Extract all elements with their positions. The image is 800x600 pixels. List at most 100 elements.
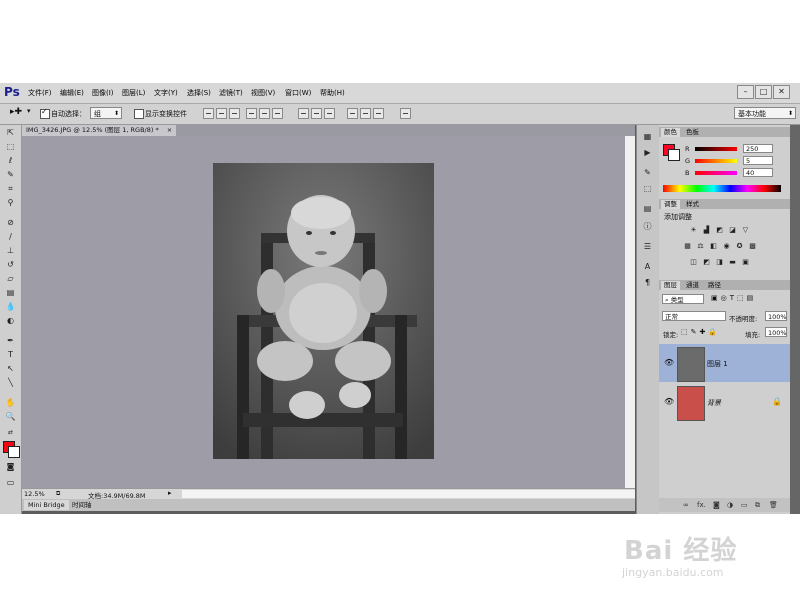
layer-row[interactable]: 👁 背景 🔒 <box>659 383 800 421</box>
menu-filter[interactable]: 滤镜(T) <box>219 88 243 98</box>
menu-select[interactable]: 选择(S) <box>187 88 211 98</box>
marquee-tool-icon[interactable]: ⬚ <box>3 141 18 153</box>
tab-channels[interactable]: 通道 <box>683 281 702 290</box>
background-color-swatch[interactable] <box>668 149 680 161</box>
menu-image[interactable]: 图像(I) <box>92 88 114 98</box>
align-vcenter-icon[interactable] <box>216 108 227 119</box>
menu-view[interactable]: 视图(V) <box>251 88 275 98</box>
show-transform-checkbox[interactable] <box>134 109 144 119</box>
fx-icon[interactable]: fx. <box>697 501 706 509</box>
distribute-left-icon[interactable] <box>347 108 358 119</box>
curves-icon[interactable]: ◩ <box>715 226 724 235</box>
layer-name[interactable]: 背景 <box>707 398 721 408</box>
fill-field[interactable]: 100% <box>765 327 787 337</box>
close-icon[interactable]: × <box>167 126 172 134</box>
gradient-map-icon[interactable]: ▬ <box>728 258 737 267</box>
new-layer-icon[interactable]: ⧉ <box>755 501 760 510</box>
menu-type[interactable]: 文字(Y) <box>154 88 178 98</box>
document-image[interactable] <box>213 163 434 459</box>
crop-tool-icon[interactable]: ⌗ <box>3 183 18 195</box>
channel-r-value[interactable]: 250 <box>743 144 773 153</box>
opacity-field[interactable]: 100% <box>765 311 787 321</box>
brush-presets-icon[interactable]: ⬚ <box>641 183 654 195</box>
tab-styles[interactable]: 样式 <box>683 200 702 209</box>
brightness-icon[interactable]: ☀ <box>689 226 698 235</box>
align-left-icon[interactable] <box>246 108 257 119</box>
hand-tool-icon[interactable]: ✋ <box>3 397 18 409</box>
exposure-icon[interactable]: ◪ <box>728 226 737 235</box>
adjust-panel-icon[interactable]: ☰ <box>641 241 654 253</box>
close-button[interactable]: ✕ <box>773 85 790 99</box>
history-brush-tool-icon[interactable]: ↺ <box>3 259 18 271</box>
line-tool-icon[interactable]: ╲ <box>3 377 18 389</box>
align-top-icon[interactable] <box>203 108 214 119</box>
dodge-tool-icon[interactable]: ◐ <box>3 315 18 327</box>
move-tool-icon[interactable]: ▸✚ <box>10 107 22 117</box>
invert-icon[interactable]: ◫ <box>689 258 698 267</box>
character-panel-icon[interactable]: A <box>641 261 654 273</box>
channel-g-value[interactable]: 5 <box>743 156 773 165</box>
chevron-down-icon[interactable]: ▾ <box>27 107 31 115</box>
type-tool-icon[interactable]: T <box>3 349 18 361</box>
status-arrow-icon[interactable]: ▸ <box>168 489 172 497</box>
tab-mini-bridge[interactable]: Mini Bridge <box>24 500 69 510</box>
menu-file[interactable]: 文件(F) <box>28 88 52 98</box>
levels-icon[interactable]: ▟ <box>702 226 711 235</box>
distribute-vcenter-icon[interactable] <box>311 108 322 119</box>
clone-stamp-tool-icon[interactable]: ⊥ <box>3 245 18 257</box>
menu-window[interactable]: 窗口(W) <box>285 88 311 98</box>
color-balance-icon[interactable]: ⚖ <box>696 242 705 251</box>
distribute-top-icon[interactable] <box>298 108 309 119</box>
zoom-level[interactable]: 12.5% <box>24 490 45 498</box>
color-lookup-icon[interactable]: ▩ <box>748 242 757 251</box>
info-panel-icon[interactable]: ⓘ <box>641 221 654 233</box>
auto-align-icon[interactable] <box>400 108 411 119</box>
align-right-icon[interactable] <box>272 108 283 119</box>
tab-layers[interactable]: 图层 <box>661 281 680 290</box>
visibility-eye-icon[interactable]: 👁 <box>664 397 674 406</box>
screen-mode-icon[interactable]: ▭ <box>3 477 18 489</box>
blend-mode-dropdown[interactable]: 正常 <box>662 311 726 321</box>
paragraph-panel-icon[interactable]: ¶ <box>641 277 654 289</box>
zoom-tool-icon[interactable]: 🔍 <box>3 411 18 423</box>
vertical-scrollbar[interactable] <box>625 136 635 488</box>
brush-tool-icon[interactable]: ∕ <box>3 231 18 243</box>
gradient-tool-icon[interactable]: ▤ <box>3 287 18 299</box>
distribute-bottom-icon[interactable] <box>324 108 335 119</box>
lock-icons[interactable]: ⬚✎✚🔒 <box>681 328 720 336</box>
selective-color-icon[interactable]: ▣ <box>741 258 750 267</box>
tab-color[interactable]: 颜色 <box>661 128 680 137</box>
delete-layer-icon[interactable]: 🗑 <box>769 501 778 509</box>
black-white-icon[interactable]: ◧ <box>709 242 718 251</box>
hue-saturation-icon[interactable]: ▦ <box>683 242 692 251</box>
layer-row[interactable]: 👁 图层 1 <box>659 344 800 382</box>
menu-layer[interactable]: 图层(L) <box>122 88 145 98</box>
minimize-button[interactable]: – <box>737 85 754 99</box>
align-bottom-icon[interactable] <box>229 108 240 119</box>
quick-select-tool-icon[interactable]: ✎ <box>3 169 18 181</box>
menu-help[interactable]: 帮助(H) <box>320 88 345 98</box>
threshold-icon[interactable]: ◨ <box>715 258 724 267</box>
pen-tool-icon[interactable]: ✒ <box>3 335 18 347</box>
channel-b-slider[interactable] <box>695 171 737 175</box>
eyedropper-tool-icon[interactable]: ⚲ <box>3 197 18 209</box>
healing-brush-tool-icon[interactable]: ⊘ <box>3 217 18 229</box>
brush-panel-icon[interactable]: ✎ <box>641 167 654 179</box>
layer-filter-icons[interactable]: ▣◎T⬚▤ <box>711 294 756 302</box>
channel-b-value[interactable]: 40 <box>743 168 773 177</box>
swap-colors-icon[interactable]: ⇄ <box>3 427 18 439</box>
document-tab[interactable]: IMG_3426.JPG @ 12.5% (图层 1, RGB/8) * × <box>22 125 177 136</box>
layer-filter-dropdown[interactable]: ⌕ 类型 <box>662 294 704 304</box>
align-hcenter-icon[interactable] <box>259 108 270 119</box>
lasso-tool-icon[interactable]: ℓ <box>3 155 18 167</box>
background-color-swatch[interactable] <box>8 446 20 458</box>
distribute-hcenter-icon[interactable] <box>360 108 371 119</box>
layer-name[interactable]: 图层 1 <box>707 359 728 369</box>
channel-r-slider[interactable] <box>695 147 737 151</box>
move-tool-icon[interactable]: ⇱ <box>3 127 18 139</box>
visibility-eye-icon[interactable]: 👁 <box>664 358 674 367</box>
add-mask-icon[interactable]: ◙ <box>713 501 720 509</box>
auto-select-dropdown[interactable]: 组 ⬍ <box>90 107 122 119</box>
posterize-icon[interactable]: ◩ <box>702 258 711 267</box>
link-layers-icon[interactable]: ∞ <box>683 501 689 509</box>
